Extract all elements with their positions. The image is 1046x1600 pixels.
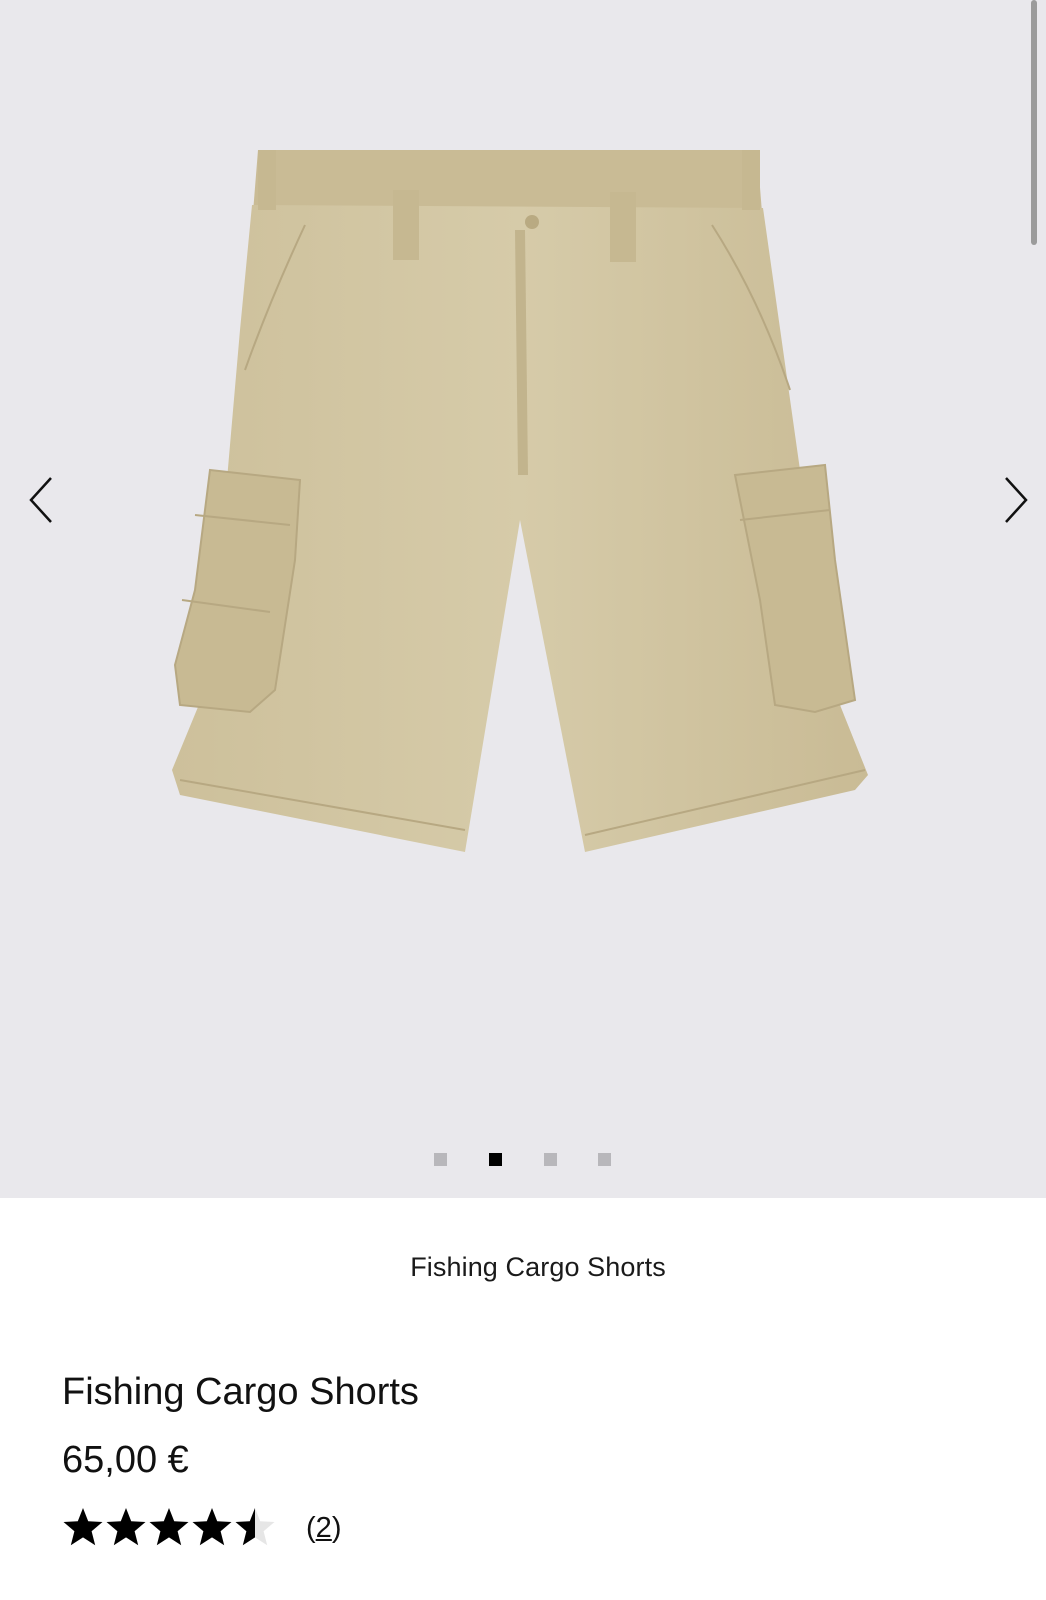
chevron-right-icon [1005, 477, 1028, 523]
review-count-open: ( [306, 1512, 316, 1544]
previous-image-button[interactable] [12, 470, 72, 530]
review-count-close: ) [331, 1512, 342, 1544]
star-half-icon [235, 1508, 275, 1546]
product-name: Fishing Cargo Shorts [62, 1371, 419, 1413]
gallery-pagination [0, 1153, 1046, 1167]
gallery-dot[interactable] [544, 1153, 557, 1166]
star-filled-icon [106, 1508, 146, 1546]
image-caption: Fishing Cargo Shorts [410, 1252, 666, 1282]
gallery-dot-active[interactable] [489, 1153, 502, 1166]
review-count: 2 [315, 1512, 332, 1544]
star-filled-icon [149, 1508, 189, 1546]
next-image-button[interactable] [985, 470, 1045, 530]
product-price: 65,00 € [62, 1439, 189, 1481]
star-rating [62, 1506, 277, 1550]
review-count-link[interactable]: (2) [306, 1512, 341, 1545]
star-filled-icon [192, 1508, 232, 1546]
chevron-left-icon [29, 477, 52, 523]
gallery-dot[interactable] [434, 1153, 447, 1166]
product-image [172, 150, 868, 852]
star-filled-icon [63, 1508, 103, 1546]
gallery-dot[interactable] [598, 1153, 611, 1166]
product-image-gallery[interactable] [0, 0, 1046, 1198]
scrollbar-thumb[interactable] [1031, 0, 1037, 245]
